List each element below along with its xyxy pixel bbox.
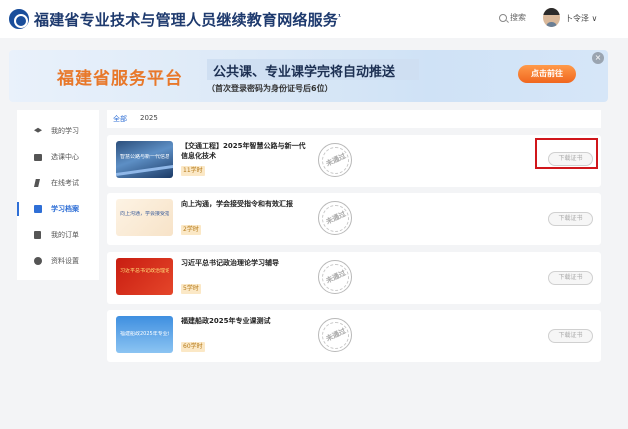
hours-badge: 11学时 bbox=[181, 166, 205, 176]
close-icon[interactable]: × bbox=[592, 52, 604, 64]
filter-year-tab[interactable]: 2025 bbox=[140, 114, 158, 122]
promo-banner[interactable]: 福建省服务平台 公共课、专业课学完将自动推送 （首次登录密码为身份证号后6位） … bbox=[9, 50, 608, 102]
monitor-icon bbox=[34, 153, 42, 161]
course-title[interactable]: 习近平总书记政治理论学习辅导 bbox=[181, 258, 309, 268]
stamp-label: 未通过 bbox=[324, 209, 348, 227]
sidebar-item-my-orders[interactable]: 我的订单 bbox=[17, 228, 99, 242]
sidebar-item-label: 学习档案 bbox=[51, 205, 79, 213]
search-button[interactable]: 搜索 bbox=[499, 12, 526, 23]
year-filter-bar: 全部 2025 bbox=[107, 110, 601, 128]
course-thumbnail[interactable]: 习近平总书记政治理论学习辅导 bbox=[116, 258, 173, 295]
course-title[interactable]: 向上沟通，学会接受指令和有效汇报 bbox=[181, 199, 309, 209]
stamp-label: 未通过 bbox=[324, 151, 348, 169]
sidebar-item-online-exam[interactable]: 在线考试 bbox=[17, 176, 99, 190]
course-title[interactable]: 福建船政2025年专业课测试 bbox=[181, 316, 309, 326]
filter-all-tab[interactable]: 全部 bbox=[113, 114, 127, 124]
sidebar-item-label: 我的订单 bbox=[51, 231, 79, 239]
stamp-label: 未通过 bbox=[324, 268, 348, 286]
hours-badge: 60学时 bbox=[181, 342, 205, 352]
not-passed-stamp: 未通过 bbox=[318, 318, 352, 352]
banner-platform-name: 福建省服务平台 bbox=[57, 69, 183, 89]
site-title[interactable]: 福建省专业技术与管理人员继续教育网络服务¹ bbox=[34, 9, 341, 30]
sidebar-item-my-learning[interactable]: 我的学习 bbox=[17, 124, 99, 138]
sidebar-item-label: 选课中心 bbox=[51, 153, 79, 161]
not-passed-stamp: 未通过 bbox=[318, 201, 352, 235]
course-card[interactable]: 习近平总书记政治理论学习辅导 习近平总书记政治理论学习辅导 5学时 未通过 下载… bbox=[107, 252, 601, 304]
banner-headline: 公共课、专业课学完将自动推送 bbox=[213, 65, 396, 80]
user-menu[interactable]: 卜令泽 ∨ bbox=[565, 13, 597, 24]
banner-subline: （首次登录密码为身份证号后6位） bbox=[207, 84, 333, 93]
download-certificate-button[interactable]: 下载证书 bbox=[548, 329, 593, 343]
thumbnail-caption: 福建船政2025年专业课测试 bbox=[120, 331, 169, 337]
course-thumbnail[interactable]: 向上沟通，学会接受指令和有效汇报 bbox=[116, 199, 173, 236]
banner-headline-box: 公共课、专业课学完将自动推送 bbox=[207, 59, 419, 80]
archive-icon bbox=[34, 205, 42, 213]
active-indicator bbox=[17, 202, 19, 216]
sidebar-item-label: 我的学习 bbox=[51, 127, 79, 135]
course-card[interactable]: 智慧公路与新一代信息化技术 【交通工程】2025年智慧公路与新一代信息化技术 1… bbox=[107, 135, 601, 187]
highlight-annotation bbox=[535, 138, 598, 169]
avatar[interactable] bbox=[543, 8, 560, 27]
stamp-label: 未通过 bbox=[324, 326, 348, 344]
gear-icon bbox=[34, 257, 42, 265]
search-label: 搜索 bbox=[510, 13, 526, 22]
hours-badge: 5学时 bbox=[181, 284, 201, 294]
sidebar-item-learning-archive[interactable]: 学习档案 bbox=[17, 202, 99, 216]
course-thumbnail[interactable]: 智慧公路与新一代信息化技术 bbox=[116, 141, 173, 178]
download-certificate-button[interactable]: 下载证书 bbox=[548, 212, 593, 226]
sidebar-item-settings[interactable]: 资料设置 bbox=[17, 254, 99, 268]
thumbnail-caption: 智慧公路与新一代信息化技术 bbox=[120, 154, 169, 160]
sidebar-item-course-center[interactable]: 选课中心 bbox=[17, 150, 99, 164]
pen-icon bbox=[34, 179, 40, 187]
thumbnail-caption: 习近平总书记政治理论学习辅导 bbox=[120, 268, 169, 274]
not-passed-stamp: 未通过 bbox=[318, 143, 352, 177]
logo-icon[interactable] bbox=[9, 9, 29, 29]
thumbnail-caption: 向上沟通，学会接受指令和有效汇报 bbox=[120, 211, 169, 217]
course-thumbnail[interactable]: 福建船政2025年专业课测试 bbox=[116, 316, 173, 353]
course-card[interactable]: 福建船政2025年专业课测试 福建船政2025年专业课测试 60学时 未通过 下… bbox=[107, 310, 601, 362]
banner-cta-button[interactable]: 点击前往 bbox=[518, 65, 576, 83]
download-certificate-button[interactable]: 下载证书 bbox=[548, 271, 593, 285]
graduation-cap-icon bbox=[34, 127, 42, 133]
search-icon bbox=[499, 13, 507, 22]
top-bar: 福建省专业技术与管理人员继续教育网络服务¹ 搜索 卜令泽 ∨ bbox=[0, 0, 628, 38]
not-passed-stamp: 未通过 bbox=[318, 260, 352, 294]
sidebar-item-label: 资料设置 bbox=[51, 257, 79, 265]
sidebar: 我的学习 选课中心 在线考试 学习档案 我的订单 资料设置 bbox=[17, 110, 99, 280]
order-icon bbox=[34, 231, 41, 239]
course-card[interactable]: 向上沟通，学会接受指令和有效汇报 向上沟通，学会接受指令和有效汇报 2学时 未通… bbox=[107, 193, 601, 245]
course-title[interactable]: 【交通工程】2025年智慧公路与新一代信息化技术 bbox=[181, 141, 309, 161]
hours-badge: 2学时 bbox=[181, 225, 201, 235]
sidebar-item-label: 在线考试 bbox=[51, 179, 79, 187]
